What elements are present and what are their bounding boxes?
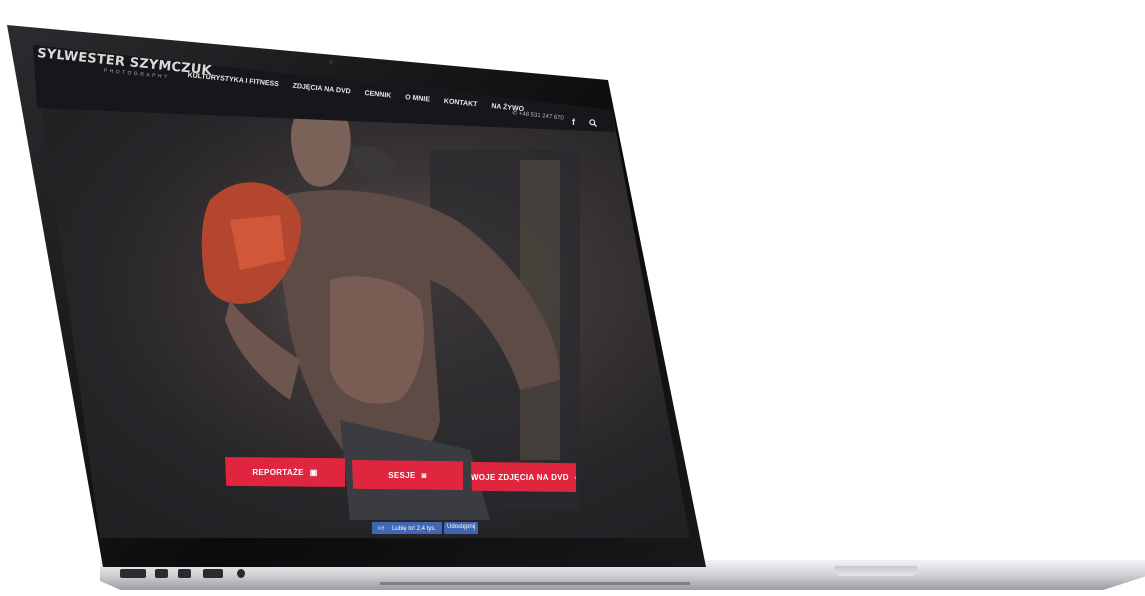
usb-port — [203, 569, 223, 578]
headphone-port — [237, 569, 245, 578]
facebook-like-button[interactable]: 👍︎ Lubię to! 2,4 tys. — [372, 522, 442, 534]
webcam — [329, 60, 333, 64]
magsafe-port — [120, 569, 146, 578]
search-icon[interactable] — [589, 119, 597, 129]
reportaze-button[interactable]: REPORTAŻE ▣ — [225, 457, 345, 487]
base-groove — [380, 582, 690, 585]
thumbs-up-icon: 👍︎ — [375, 524, 388, 534]
thunderbolt-port — [155, 569, 168, 578]
sesje-button[interactable]: SESJE ◙ — [352, 460, 463, 490]
facebook-widget: 👍︎ Lubię to! 2,4 tys. Udostępnij — [372, 522, 479, 534]
phone-icon: ✆ — [511, 110, 518, 117]
dvd-button[interactable]: TWOJE ZDJĘCIA NA DVD ◀ — [471, 462, 576, 492]
reportaze-label: REPORTAŻE — [252, 467, 304, 477]
camera-icon: ◙ — [421, 470, 427, 480]
image-icon: ▣ — [309, 467, 318, 477]
lid-opening-notch — [835, 566, 917, 576]
thunderbolt-port — [178, 569, 191, 578]
facebook-icon[interactable]: f — [572, 117, 575, 127]
dvd-label: TWOJE ZDJĘCIA NA DVD — [465, 472, 569, 482]
sesje-label: SESJE — [388, 470, 416, 480]
like-label: Lubię to! 2,4 tys. — [388, 524, 439, 534]
facebook-share-button[interactable]: Udostępnij — [443, 522, 479, 534]
